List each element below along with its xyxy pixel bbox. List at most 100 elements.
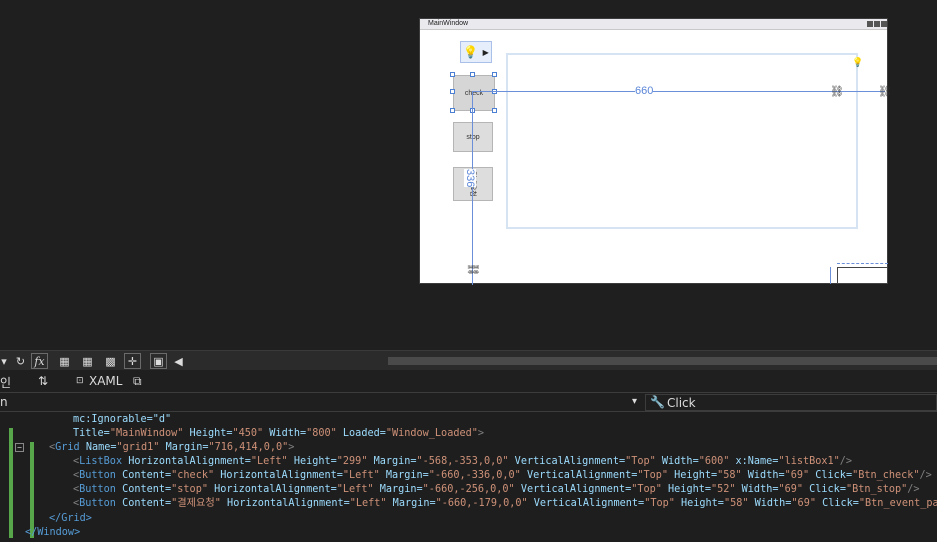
resize-handle[interactable] [450, 89, 455, 94]
code-token: Margin= [379, 470, 429, 481]
code-token: Margin= [367, 456, 417, 467]
code-token: /> [839, 456, 853, 467]
code-line: <Button Content="stop" HorizontalAlignme… [73, 483, 920, 497]
resize-handle[interactable] [492, 108, 497, 113]
code-token: "299" [336, 456, 368, 467]
code-token: "600" [698, 456, 730, 467]
code-token: VerticalAlignment= [508, 456, 626, 467]
element-selector[interactable]: n [0, 395, 8, 409]
xaml-tab-icon: ⊡ [76, 376, 84, 386]
scroll-left-icon[interactable]: ◀ [170, 353, 187, 369]
code-token: Content= [115, 484, 172, 495]
designer-surface[interactable]: MainWindow 💡 ▶ 💡 check stop 결제요청 [0, 0, 937, 350]
change-indicator [30, 442, 34, 538]
code-token: "Btn_check" [852, 470, 920, 481]
stop-button[interactable]: stop [453, 122, 493, 152]
window-title: MainWindow [428, 20, 469, 27]
code-token: Grid [55, 442, 80, 453]
code-token: Loaded= [336, 428, 386, 439]
collapse-toggle-icon[interactable]: − [15, 443, 24, 452]
design-window[interactable]: MainWindow 💡 ▶ 💡 check stop 결제요청 [419, 18, 892, 285]
grid-toggle-icon[interactable]: ▦ [56, 353, 73, 369]
code-token: "MainWindow" [109, 428, 184, 439]
effects-toggle-button[interactable]: fx [31, 353, 48, 369]
design-tab-label[interactable]: 인 [0, 374, 11, 391]
code-token: Content= [115, 498, 172, 509]
code-token: ListBox [79, 456, 123, 467]
code-token: "결제요청" [171, 498, 221, 509]
code-token: "Btn_event_pay" [858, 498, 937, 509]
code-token: Height= [661, 484, 711, 495]
event-selector[interactable]: 🔧 Click [645, 394, 937, 411]
margin-guide-vertical [472, 91, 473, 285]
code-token: "listBox1" [778, 456, 840, 467]
resize-handle[interactable] [450, 108, 455, 113]
popout-icon[interactable]: ⧉ [133, 374, 142, 389]
designer-toolbar: ▾ ↻ fx ▦ ▦ ▩ ✛ ▣ ◀ [0, 350, 937, 370]
code-token: Height= [287, 456, 337, 467]
view-tabs: 인 ⇅ ⊡ XAML ⧉ [0, 370, 937, 392]
margin-link-icon[interactable]: ⛓ [830, 85, 844, 98]
close-icon [881, 21, 887, 27]
transparency-icon[interactable]: ▩ [102, 353, 119, 369]
code-token: Height= [183, 428, 233, 439]
code-token: VerticalAlignment= [514, 484, 632, 495]
code-token: "716,414,0,0" [208, 442, 289, 453]
code-token: /> [907, 484, 920, 495]
code-token: "69" [784, 470, 810, 481]
code-token: HorizontalAlignment= [214, 470, 343, 481]
element-dropdown-icon[interactable]: ▾ [632, 396, 637, 407]
code-token: HorizontalAlignment= [207, 484, 337, 495]
code-token: "Btn_stop" [845, 484, 908, 495]
margin-link-icon[interactable]: ⛓ [878, 85, 892, 98]
event-selector-label: Click [667, 396, 696, 410]
dropdown-arrow-icon[interactable]: ▾ [0, 353, 8, 369]
horizontal-scrollbar[interactable] [388, 357, 937, 365]
snap-lines-icon[interactable]: ✛ [124, 353, 141, 369]
xaml-tab[interactable]: XAML [89, 374, 122, 388]
code-token: "Top" [625, 456, 656, 467]
wrench-icon: 🔧 [650, 395, 665, 409]
lightbulb-icon: 💡 [463, 45, 479, 59]
code-token: Margin= [386, 498, 436, 509]
code-token: Width= [735, 484, 779, 495]
code-line: </Window> [25, 527, 81, 538]
code-token: HorizontalAlignment= [220, 498, 350, 509]
code-token: "450" [232, 428, 264, 439]
resize-handle[interactable] [470, 72, 475, 77]
code-token: "Left" [349, 498, 387, 509]
code-token: Width= [655, 456, 699, 467]
device-preview-icon[interactable]: ▣ [150, 353, 167, 369]
code-token: Click= [815, 498, 859, 509]
listbox-lightbulb-icon: 💡 [852, 58, 864, 68]
refresh-icon[interactable]: ↻ [12, 353, 29, 369]
code-token: "grid1" [116, 442, 160, 453]
margin-link-icon[interactable]: ⛓ [466, 263, 479, 277]
quick-actions-button[interactable]: 💡 ▶ [460, 41, 492, 63]
code-token: Click= [809, 470, 853, 481]
code-token: HorizontalAlignment= [122, 456, 251, 467]
change-indicator [9, 428, 13, 538]
code-token: "Top" [631, 484, 662, 495]
code-line: <Button Content="결제요청" HorizontalAlignme… [73, 497, 937, 511]
grid1-guide [837, 263, 888, 264]
code-token: "58" [723, 498, 749, 509]
code-token: "800" [306, 428, 337, 439]
maximize-icon [874, 21, 880, 27]
resize-handle[interactable] [450, 72, 455, 77]
code-token: "Left" [250, 456, 288, 467]
listbox1[interactable] [506, 53, 858, 229]
grid1-outline[interactable] [837, 267, 888, 284]
code-token: "Left" [336, 484, 374, 495]
check-button[interactable]: check [453, 75, 495, 111]
code-token: Button [79, 470, 116, 481]
window-title-bar: MainWindow [420, 19, 887, 30]
xaml-editor[interactable]: − mc:Ignorable="d" Title="MainWindow" He… [0, 412, 937, 542]
resize-handle[interactable] [492, 72, 497, 77]
code-token: "-660,-256,0,0" [422, 484, 515, 495]
swap-panes-icon[interactable]: ⇅ [38, 374, 48, 388]
height-dimension-label: 336 [464, 169, 476, 188]
width-dimension-label: 660 [635, 85, 654, 97]
code-token: Height= [668, 470, 718, 481]
snap-grid-icon[interactable]: ▦ [79, 353, 96, 369]
